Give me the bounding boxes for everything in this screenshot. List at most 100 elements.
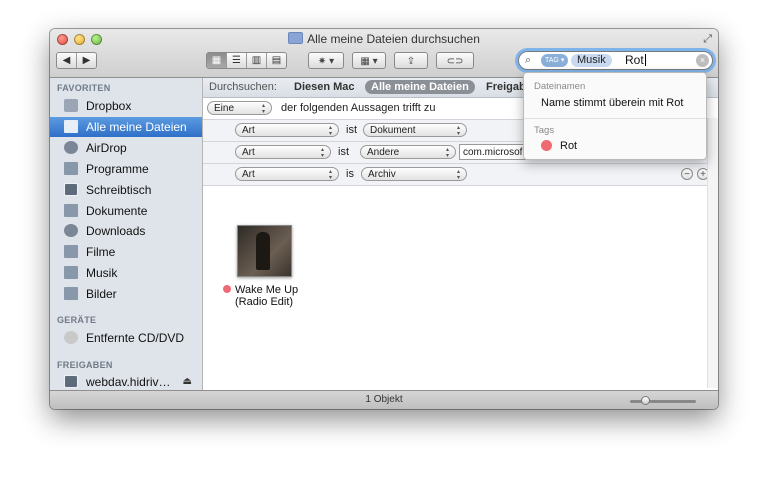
server-icon [64, 375, 78, 388]
vertical-scrollbar[interactable] [707, 118, 718, 388]
file-name[interactable]: Wake Me Up (Radio Edit) [223, 284, 333, 308]
downloads-icon [64, 224, 78, 237]
sidebar-item-label: Bilder [86, 287, 117, 301]
icon-size-slider[interactable] [630, 396, 696, 405]
file-name-line2: (Radio Edit) [235, 296, 294, 308]
value-popup[interactable]: Andere [360, 145, 456, 159]
sidebar-item-pictures[interactable]: Bilder [50, 284, 202, 304]
sidebar-item-label: webdav.hidriv… [86, 375, 171, 389]
sidebar-item-label: Dropbox [86, 99, 132, 113]
value-popup[interactable]: Archiv [361, 167, 467, 181]
folder-icon [288, 32, 304, 44]
share-button[interactable]: ⇪ [394, 52, 428, 69]
movies-icon [64, 245, 78, 258]
pictures-icon [64, 287, 78, 300]
sidebar-item-label: Musik [86, 266, 118, 280]
sidebar-item-movies[interactable]: Filme [50, 242, 202, 262]
scope-this-mac[interactable]: Diesen Mac [294, 81, 355, 93]
sidebar-item-documents[interactable]: Dokumente [50, 201, 202, 221]
airdrop-icon [64, 141, 78, 154]
operator-text: is [346, 168, 354, 180]
all-files-icon [64, 120, 78, 133]
sidebar-item-applications[interactable]: Programme [50, 159, 202, 179]
sidebar-item-dropbox[interactable]: Dropbox [50, 96, 202, 116]
suggestion-tag-label: Rot [560, 140, 578, 152]
music-icon [64, 266, 78, 279]
item-count: 1 Objekt [365, 394, 403, 405]
sidebar-item-label: AirDrop [86, 141, 127, 155]
value-popup[interactable]: Dokument [363, 123, 467, 137]
search-field[interactable]: ⌕ TAG ▾ Musik Rot × [518, 51, 713, 70]
operator-text: ist [338, 146, 349, 158]
slider-knob[interactable] [641, 396, 650, 405]
back-button[interactable]: ◀ [57, 53, 77, 68]
match-text: der folgenden Aussagen trifft zu [281, 102, 436, 114]
nav-buttons: ◀ ▶ [56, 52, 97, 69]
window-title-text: Alle meine Dateien durchsuchen [307, 32, 480, 46]
arrange-menu-button[interactable]: ▦ ▾ [352, 52, 386, 69]
forward-button[interactable]: ▶ [77, 53, 96, 68]
icon-view-button[interactable]: ▦ [207, 53, 227, 68]
filenames-section-header: Dateinamen [534, 81, 586, 92]
attribute-popup[interactable]: Art [235, 167, 339, 181]
sidebar-item-airdrop[interactable]: AirDrop [50, 138, 202, 158]
match-any-popup[interactable]: Eine [207, 101, 272, 115]
sidebar-item-label: Entfernte CD/DVD [86, 331, 185, 345]
red-tag-dot [223, 285, 231, 293]
tags-section-header: Tags [534, 125, 555, 136]
sidebar-item-label: Programme [86, 162, 149, 176]
attribute-popup[interactable]: Art [235, 145, 331, 159]
sidebar-item-label: Dokumente [86, 204, 148, 218]
menu-separator [524, 118, 706, 119]
file-name-line1: Wake Me Up [235, 284, 299, 296]
view-mode-buttons: ▦ ☰ ▥ ▤ [206, 52, 287, 69]
list-view-button[interactable]: ☰ [227, 53, 247, 68]
search-query-text[interactable]: Rot [625, 53, 646, 67]
documents-icon [64, 204, 78, 217]
scope-all-my-files[interactable]: Alle meine Dateien [365, 80, 475, 94]
sidebar-header-shared: FREIGABEN [57, 360, 113, 370]
sidebar-item-downloads[interactable]: Downloads [50, 221, 202, 241]
sidebar-item-label: Filme [86, 245, 116, 259]
sidebar-item-label: Downloads [86, 224, 146, 238]
operator-text: ist [346, 124, 357, 136]
eject-icon[interactable]: ⏏ [183, 372, 192, 392]
sidebar-item-remote-disc[interactable]: Entfernte CD/DVD [50, 328, 202, 348]
fullscreen-icon[interactable]: ⤢ [703, 33, 712, 46]
sidebar-item-label: Alle meine Dateien [86, 120, 187, 134]
red-tag-icon [541, 140, 552, 151]
window-title: Alle meine Dateien durchsuchen [50, 32, 718, 46]
clear-search-icon[interactable]: × [696, 54, 709, 67]
album-art-figure [256, 232, 270, 270]
sidebar-item-label: Schreibtisch [86, 183, 152, 197]
sidebar-item-music[interactable]: Musik [50, 263, 202, 283]
remove-criterion-button[interactable]: − [681, 168, 693, 180]
search-token-tag[interactable]: TAG ▾ [541, 54, 569, 67]
file-thumbnail[interactable] [237, 225, 292, 277]
criteria-row: Art is Archiv − + [203, 164, 718, 186]
tags-button[interactable]: ⊂⊃ [436, 52, 474, 69]
search-token-tag-label: TAG [545, 57, 559, 64]
scope-label: Durchsuchen: [209, 81, 277, 93]
action-menu-button[interactable]: ✷ ▾ [308, 52, 344, 69]
search-token-value[interactable]: Musik [571, 54, 612, 67]
uti-text-field[interactable]: com.microsof [459, 144, 529, 160]
suggestion-tag-red[interactable]: Rot [541, 140, 577, 152]
sidebar-header-devices: GERÄTE [57, 315, 97, 325]
suggestion-name-matches[interactable]: Name stimmt überein mit Rot [541, 97, 683, 109]
status-bar: 1 Objekt [50, 390, 718, 409]
column-view-button[interactable]: ▥ [247, 53, 267, 68]
sidebar: FAVORITEN Dropbox Alle meine Dateien Air… [50, 78, 203, 390]
coverflow-view-button[interactable]: ▤ [267, 53, 286, 68]
search-suggestions-menu: Dateinamen Name stimmt überein mit Rot T… [523, 72, 707, 160]
search-icon: ⌕ [525, 54, 532, 66]
disc-icon [64, 331, 78, 344]
scope-shared[interactable]: Freigab [486, 81, 526, 93]
sidebar-header-favorites: FAVORITEN [57, 83, 111, 93]
folder-icon [64, 99, 78, 112]
applications-icon [64, 162, 78, 175]
sidebar-item-webdav[interactable]: webdav.hidriv… ⏏ [50, 372, 202, 392]
attribute-popup[interactable]: Art [235, 123, 339, 137]
sidebar-item-desktop[interactable]: Schreibtisch [50, 180, 202, 200]
sidebar-item-all-files[interactable]: Alle meine Dateien [50, 117, 202, 137]
